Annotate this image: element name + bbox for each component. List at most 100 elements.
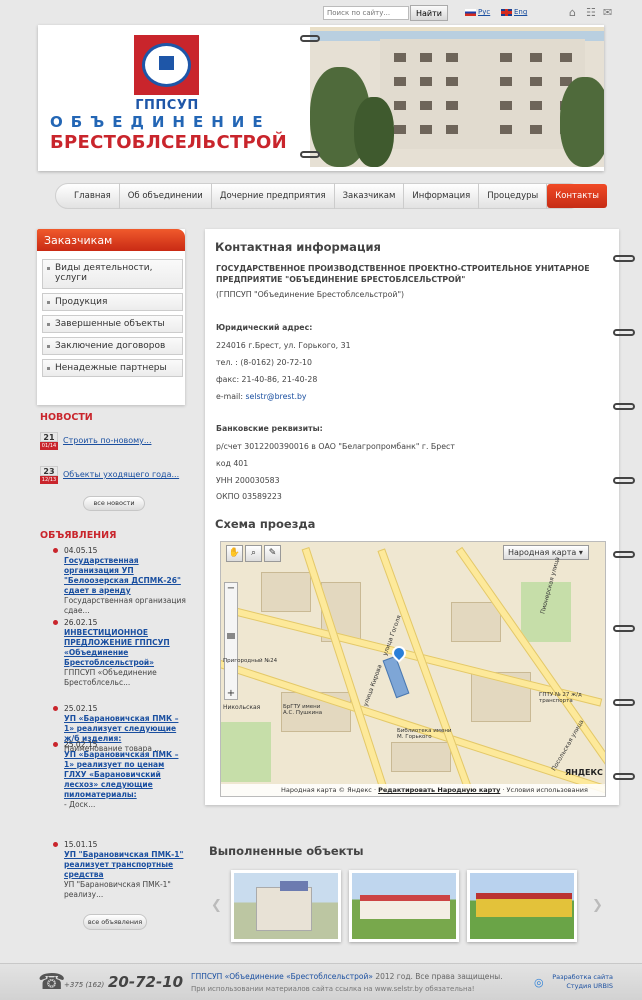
- map-title: Схема проезда: [215, 517, 316, 531]
- binder-ring: [300, 35, 320, 42]
- bank-code: код 401: [216, 459, 249, 468]
- org-full-name-1: ГОСУДАРСТВЕННОЕ ПРОИЗВОДСТВЕННОЕ ПРОЕКТН…: [216, 264, 590, 273]
- nav-home[interactable]: Главная: [66, 183, 120, 209]
- news-month: 12/13: [40, 476, 58, 484]
- all-ads-button[interactable]: все объявления: [83, 914, 147, 930]
- mail-icon[interactable]: ✉: [603, 6, 612, 19]
- news-link[interactable]: Строить по-новому...: [63, 436, 151, 445]
- object-thumbnail[interactable]: [231, 870, 341, 942]
- edit-map-link[interactable]: Редактировать Народную карту: [378, 786, 500, 794]
- ad-text: УП "Барановичская ПМК-1" реализу...: [64, 880, 171, 899]
- phone: тел. : (8-0162) 20-72-10: [216, 358, 312, 367]
- phone-icon: ☎: [38, 970, 66, 995]
- object-thumbnail[interactable]: [467, 870, 577, 942]
- yandex-map[interactable]: ✋ ⌕ ✎ Народная карта ▾ − + улица Гоголя …: [220, 541, 606, 797]
- ruler-tool-icon[interactable]: ✎: [264, 545, 281, 562]
- news-date: 21 01/14: [40, 432, 58, 450]
- zoom-handle[interactable]: [227, 633, 235, 639]
- ad-item: 15.01.15 УП "Барановичская ПМК-1" реализ…: [53, 840, 188, 900]
- footer-org-link[interactable]: ГППСУП «Объединение «Брестоблсельстрой»: [191, 972, 373, 981]
- ad-text: - Доск...: [64, 800, 96, 809]
- sidebar-title: Заказчикам: [37, 229, 185, 251]
- ad-date: 25.02.15: [64, 704, 98, 713]
- fax: факс: 21-40-86, 21-40-28: [216, 375, 318, 384]
- ad-title-link[interactable]: ИНВЕСТИЦИОННОЕ ПРЕДЛОЖЕНИЕ ГППСУП «Объед…: [64, 628, 188, 668]
- map-poi-label: БрГТУ имени А.С. Пушкина: [283, 704, 323, 716]
- object-thumbnail[interactable]: [349, 870, 459, 942]
- lang-ru-label: Рус: [478, 8, 491, 16]
- ad-item: 25.02.15 УП «Барановичская ПМК – 1» реал…: [53, 740, 188, 810]
- lang-en-label: Eng: [514, 8, 528, 16]
- footer-rights: 2012 год. Все права защищены.: [372, 972, 503, 981]
- building-image: [380, 39, 585, 149]
- footer-copyright: ГППСУП «Объединение «Брестоблсельстрой» …: [191, 972, 503, 981]
- legal-address: 224016 г.Брест, ул. Горького, 31: [216, 341, 351, 350]
- ad-item: 04.05.15 Государственная организация УП …: [53, 546, 188, 616]
- binder-ring: [613, 773, 635, 780]
- ad-date: 15.01.15: [64, 840, 98, 849]
- main-content: Контактная информация ГОСУДАРСТВЕННОЕ ПР…: [205, 229, 635, 805]
- zoom-in-icon[interactable]: +: [225, 688, 237, 699]
- zoom-out-icon[interactable]: −: [225, 583, 237, 595]
- terms-link[interactable]: · Условия использования: [500, 786, 587, 794]
- search-input[interactable]: [323, 6, 409, 20]
- bank-account: р/счет 3012200390016 в ОАО "Белагропромб…: [216, 442, 455, 451]
- binder-ring: [613, 477, 635, 484]
- nav-subsidiaries[interactable]: Дочерние предприятия: [212, 183, 335, 209]
- bank-label: Банковские реквизиты:: [216, 424, 323, 433]
- home-icon[interactable]: ⌂: [569, 6, 576, 19]
- email-link[interactable]: selstr@brest.by: [245, 392, 306, 401]
- news-day: 21: [40, 432, 58, 442]
- news-link[interactable]: Объекты уходящего года...: [63, 470, 179, 479]
- logo[interactable]: [134, 35, 199, 95]
- binder-ring: [613, 329, 635, 336]
- news-month: 01/14: [40, 442, 58, 450]
- ad-date: 25.02.15: [64, 740, 98, 749]
- unn: УНН 200030583: [216, 476, 280, 485]
- sidebar-item-products[interactable]: Продукция: [42, 293, 183, 311]
- all-news-button[interactable]: все новости: [83, 496, 145, 511]
- studio-credit[interactable]: Разработка сайта Студия URBIS: [537, 973, 613, 991]
- ad-date: 26.02.15: [64, 618, 98, 627]
- search-button[interactable]: Найти: [410, 5, 448, 21]
- nav-about[interactable]: Об объединении: [120, 183, 212, 209]
- nav-information[interactable]: Информация: [404, 183, 480, 209]
- hand-tool-icon[interactable]: ✋: [226, 545, 243, 562]
- chevron-right-icon[interactable]: ❯: [592, 898, 603, 913]
- sitemap-icon[interactable]: ☷: [586, 6, 596, 19]
- ad-title-link[interactable]: УП «Барановичская ПМК – 1» реализует по …: [64, 750, 188, 800]
- sidebar-item-contracts[interactable]: Заключение договоров: [42, 337, 183, 355]
- org-word: ОБЪЕДИНЕНИЕ: [50, 113, 271, 131]
- news-title: НОВОСТИ: [40, 412, 93, 423]
- sidebar-item-unreliable[interactable]: Ненадежные партнеры: [42, 359, 183, 377]
- ad-title-link[interactable]: УП "Барановичская ПМК-1" реализует транс…: [64, 850, 188, 880]
- chevron-left-icon[interactable]: ❮: [211, 898, 222, 913]
- nav-procedures[interactable]: Процедуры: [479, 183, 548, 209]
- logo-abbreviation: ГППСУП: [135, 98, 199, 113]
- sidebar-item-completed[interactable]: Завершенные объекты: [42, 315, 183, 333]
- nav-contacts[interactable]: Контакты: [547, 184, 608, 208]
- nav-customers[interactable]: Заказчикам: [335, 183, 405, 209]
- map-street-label: Никольская: [223, 704, 261, 711]
- map-type-select[interactable]: Народная карта ▾: [503, 545, 589, 560]
- contact-title: Контактная информация: [215, 240, 381, 254]
- ad-item: 26.02.15 ИНВЕСТИЦИОННОЕ ПРЕДЛОЖЕНИЕ ГППС…: [53, 618, 188, 688]
- phone-number: 20-72-10: [108, 973, 184, 991]
- sidebar-item-activities[interactable]: Виды деятельности, услуги: [42, 259, 183, 289]
- ad-title-link[interactable]: Государственная организация УП "Белоозер…: [64, 556, 188, 596]
- uk-flag-icon: [501, 8, 512, 16]
- house-icon: [159, 56, 174, 70]
- zoom-slider[interactable]: − +: [224, 582, 238, 700]
- lang-ru-link[interactable]: Рус: [465, 8, 490, 16]
- ads-title: ОБЪЯВЛЕНИЯ: [40, 530, 117, 541]
- org-name: БРЕСТОБЛСЕЛЬСТРОЙ: [50, 132, 287, 153]
- main-nav: Главная Об объединении Дочерние предприя…: [55, 183, 608, 209]
- legal-address-label: Юридический адрес:: [216, 323, 313, 332]
- zoom-tool-icon[interactable]: ⌕: [245, 545, 262, 562]
- email-row: e-mail: selstr@brest.by: [216, 392, 307, 401]
- top-bar: Найти Рус Eng ⌂ ☷ ✉: [0, 0, 642, 24]
- lang-en-link[interactable]: Eng: [501, 8, 527, 16]
- binder-ring: [613, 699, 635, 706]
- completed-title: Выполненные объекты: [209, 844, 364, 858]
- map-copyright: Народная карта © Яндекс ·: [281, 786, 379, 794]
